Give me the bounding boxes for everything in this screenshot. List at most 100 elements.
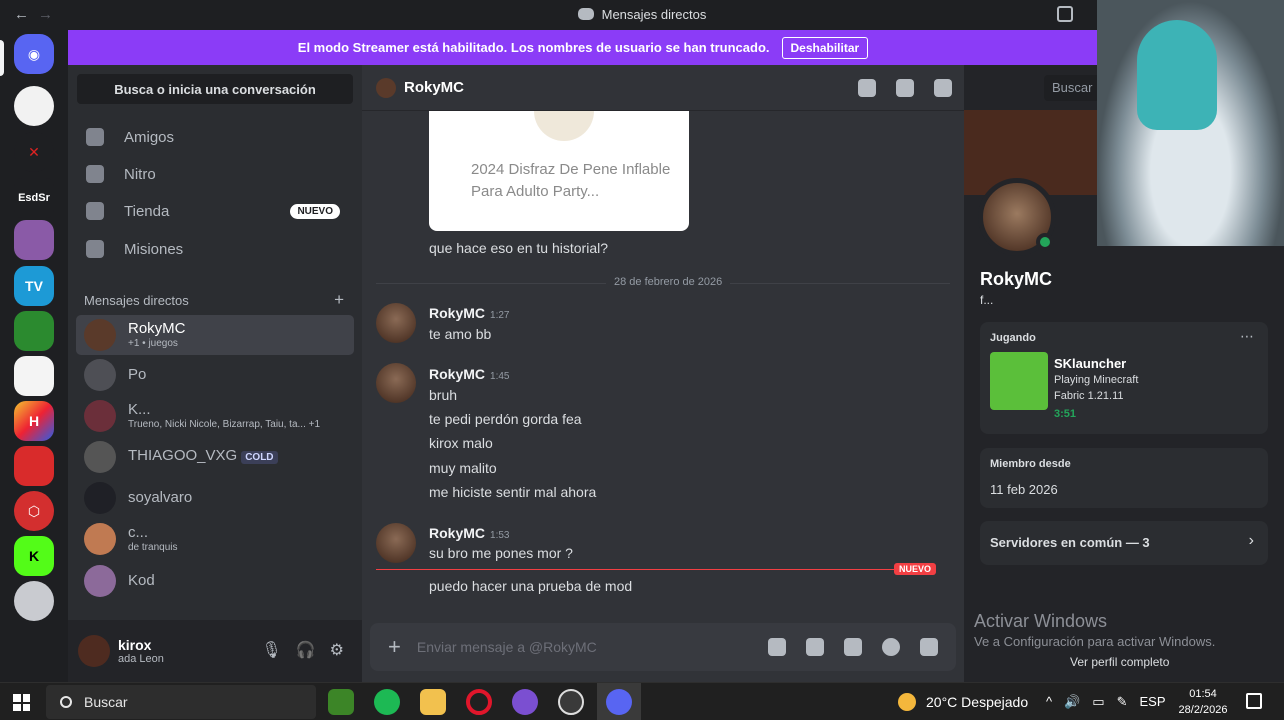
server-icon[interactable]: EsdSr [14,178,54,218]
volume-icon[interactable]: 🔊 [1064,694,1080,710]
taskbar-search-text: Buscar [84,694,128,710]
nav-label: Misiones [124,240,184,258]
network-icon[interactable]: ▭ [1092,694,1104,710]
server-icon[interactable] [14,356,54,396]
message-author[interactable]: RokyMC 1:53 [429,525,509,541]
server-icon[interactable]: TV [14,266,54,306]
author-name: RokyMC [429,366,486,382]
nav-nitro[interactable]: Nitro [76,156,354,192]
dm-sidebar: Busca o inicia una conversación Amigos N… [68,65,362,682]
pin-icon[interactable] [934,79,952,97]
online-status-icon [1036,233,1054,251]
create-dm-icon[interactable]: + [334,290,344,310]
windows-start-icon[interactable] [13,694,30,711]
webcam-figure [1137,20,1217,130]
composer-actions [768,638,938,656]
message-author[interactable]: RokyMC 1:27 [429,305,509,321]
dm-item[interactable]: K... Trueno, Nicki Nicole, Bizarrap, Taiu… [76,396,354,436]
home-discord-icon[interactable]: ◉ [14,34,54,74]
conversation-search-button[interactable]: Busca o inicia una conversación [77,74,353,104]
nav-quests[interactable]: Misiones [76,231,354,267]
file-explorer-icon[interactable] [420,689,446,715]
server-icon[interactable] [14,311,54,351]
minecraft-app-icon[interactable] [328,689,354,715]
message-text: muy malito [429,460,497,476]
server-icon[interactable]: ⬡ [14,491,54,531]
language-indicator[interactable]: ESP [1140,694,1166,710]
gift-icon[interactable] [768,638,786,656]
server-icon[interactable] [14,446,54,486]
pen-icon[interactable]: ✎ [1117,694,1128,710]
message-author[interactable]: RokyMC 1:45 [429,366,509,382]
avatar[interactable] [78,635,110,667]
link-embed[interactable]: 2024 Disfraz De Pene Inflable Para Adult… [429,111,689,231]
apps-icon[interactable] [920,638,938,656]
app-icon[interactable] [512,689,538,715]
settings-gear-icon[interactable]: ⚙ [330,640,344,660]
emoji-icon[interactable] [882,638,900,656]
avatar[interactable] [376,363,416,403]
opera-app-icon[interactable] [466,689,492,715]
headphones-icon[interactable]: 🎧 [296,640,316,660]
kick-server-icon[interactable]: K [14,536,54,576]
notification-icon[interactable] [1246,693,1262,709]
chevron-up-icon[interactable]: ^ [1046,694,1052,710]
view-full-profile-link[interactable]: Ver perfil completo [1070,655,1169,669]
dm-name-text: THIAGOO_VXG [128,447,238,464]
username: kirox [118,637,152,653]
server-icon[interactable] [14,86,54,126]
user-status-text: ada [118,653,137,665]
weather-widget[interactable]: 20°C Despejado [898,693,1028,711]
timestamp: 1:53 [490,530,510,541]
clock-date: 28/2/2026 [1178,704,1228,716]
mutual-servers-label: Servidores en común — 3 [990,535,1150,550]
disable-streamer-button[interactable]: Deshabilitar [781,36,869,59]
message-text: puedo hacer una prueba de mod [429,578,633,594]
taskbar-search[interactable]: Buscar [46,685,316,719]
member-since-card: Miembro desde 11 feb 2026 [980,448,1268,508]
message-text: que hace eso en tu historial? [429,240,609,256]
inbox-icon[interactable] [1057,6,1073,22]
dm-name: soyalvaro [128,489,193,506]
nav-friends[interactable]: Amigos [76,119,354,155]
dm-item[interactable]: THIAGOO_VXG COLD [76,437,354,477]
server-icon[interactable]: H [14,401,54,441]
avatar[interactable] [376,523,416,563]
dm-item[interactable]: soyalvaro [76,478,354,518]
microphone-icon[interactable]: 🎙 [261,640,281,660]
discord-app-icon[interactable] [606,689,632,715]
guild-tag: COLD [241,451,278,464]
avatar [84,523,116,555]
dm-item[interactable]: Kod [76,561,354,601]
author-name: RokyMC [429,525,486,541]
dm-header: Mensajes directos + [84,290,344,310]
attach-plus-icon[interactable]: + [388,634,401,660]
spotify-app-icon[interactable] [374,689,400,715]
chat-search-input[interactable]: Buscar r [1044,75,1104,101]
app-icon[interactable] [558,689,584,715]
nav-label: Tienda [124,202,170,220]
nav-shop[interactable]: Tienda NUEVO [76,193,354,229]
server-icon[interactable] [14,581,54,621]
friends-icon [86,128,104,146]
server-icon[interactable] [14,220,54,260]
timestamp: 1:45 [490,371,510,382]
more-options-icon[interactable]: ⋯ [1240,328,1254,345]
message-text: su bro me pones mor ? [429,545,573,561]
window-title: Mensajes directos [0,7,1284,22]
video-icon[interactable] [896,79,914,97]
sticker-icon[interactable] [844,638,862,656]
avatar [84,400,116,432]
server-icon[interactable]: ✕ [14,132,54,172]
dm-item[interactable]: RokyMC +1 • juegos [76,315,354,355]
dm-item[interactable]: c... de tranquis [76,519,354,559]
dm-item[interactable]: Po [76,355,354,395]
profile-name: RokyMC [980,269,1053,289]
dm-name: Kod [128,572,155,589]
mutual-servers-card[interactable]: Servidores en común — 3 › [980,521,1268,565]
clock[interactable]: 01:54 28/2/2026 [1172,686,1234,718]
call-icon[interactable] [858,79,876,97]
avatar[interactable] [376,303,416,343]
message-composer[interactable]: + Enviar mensaje a @RokyMC [370,623,956,671]
gif-icon[interactable] [806,638,824,656]
